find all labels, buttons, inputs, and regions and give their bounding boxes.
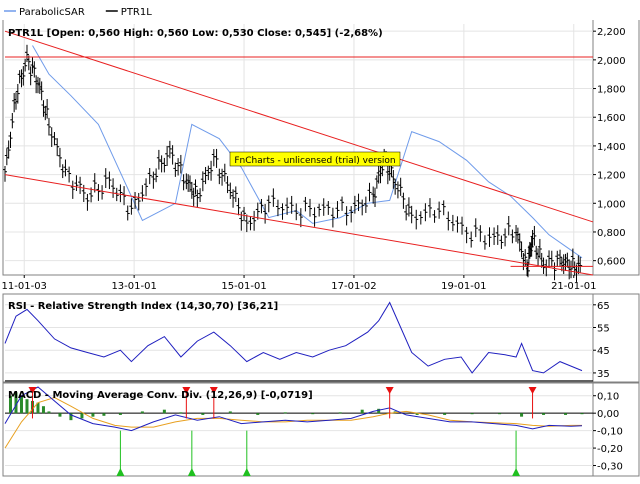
price-panel-title: PTR1L [Open: 0,560 High: 0,560 Low: 0,53… [8,28,383,39]
price-x-tick-label: 15-01-01 [221,281,266,292]
macd-y-tick-label: -0,30 [597,462,623,473]
macd-histogram-bar [470,413,474,415]
macd-histogram-bar [102,413,106,416]
price-x-tick-label: 21-01-01 [551,281,596,292]
macd-histogram-bar [41,406,45,414]
rsi-y-tick-label: 35 [597,369,610,380]
price-panel-frame [2,0,640,276]
macd-histogram-bar [179,412,183,414]
macd-histogram-bar [201,413,205,415]
macd-histogram-bar [580,413,584,415]
macd-histogram-bar [283,412,287,414]
macd-histogram-bar [360,409,364,414]
price-y-tick-label: 2,000 [597,56,626,67]
macd-histogram-bar [162,409,166,414]
macd-histogram-bar [228,411,232,414]
rsi-panel-title: RSI - Relative Strength Index (14,30,70)… [8,301,278,312]
legend-label: PTR1L [121,7,152,18]
macd-histogram-bar [564,413,568,415]
macd-histogram-bar [311,413,315,415]
macd-histogram-bar [58,413,62,417]
macd-histogram-bar [118,413,122,415]
legend-bar [0,0,640,20]
price-y-tick-label: 0,800 [597,228,626,239]
chart-canvas: FnCharts - unlicensed (trial) version 2,… [0,0,640,477]
price-y-tick-label: 1,200 [597,171,626,182]
macd-histogram-bar [377,408,381,414]
price-y-tick-label: 2,200 [597,27,626,38]
price-y-tick-label: 1,600 [597,113,626,124]
price-y-tick-label: 0,600 [597,257,626,268]
price-y-tick-label: 1,800 [597,85,626,96]
macd-y-tick-label: -0,20 [597,444,623,455]
rsi-y-tick-label: 55 [597,324,610,335]
macd-y-tick-label: -0,10 [597,427,623,438]
macd-histogram-bar [520,413,524,417]
price-y-tick-label: 1,400 [597,142,626,153]
price-x-tick-label: 11-01-03 [2,281,47,292]
rsi-y-tick-label: 65 [597,301,610,312]
price-x-tick-label: 19-01-01 [441,281,486,292]
legend-label: ParabolicSAR [19,7,85,18]
rsi-y-tick-label: 45 [597,346,610,357]
macd-histogram-bar [498,413,502,415]
chart-window: FnCharts - unlicensed (trial) version 2,… [0,0,640,480]
macd-histogram-bar [91,413,95,417]
macd-histogram-bar [25,399,29,414]
price-x-tick-label: 13-01-01 [111,281,156,292]
macd-histogram-bar [256,413,260,415]
price-y-tick-label: 1,000 [597,199,626,210]
macd-histogram-bar [140,411,144,414]
macd-y-tick-label: 0,00 [597,409,619,420]
macd-y-tick-label: 0,10 [597,392,619,403]
watermark-text: FnCharts - unlicensed (trial) version [234,156,395,166]
macd-histogram-bar [80,413,84,419]
price-x-tick-label: 17-01-02 [331,281,376,292]
macd-panel-title: MACD - Moving Average Conv. Div. (12,26,… [8,390,313,401]
macd-histogram-bar [47,411,51,414]
macd-histogram-bar [542,413,546,415]
macd-histogram-bar [338,412,342,414]
macd-histogram-bar [443,413,447,415]
